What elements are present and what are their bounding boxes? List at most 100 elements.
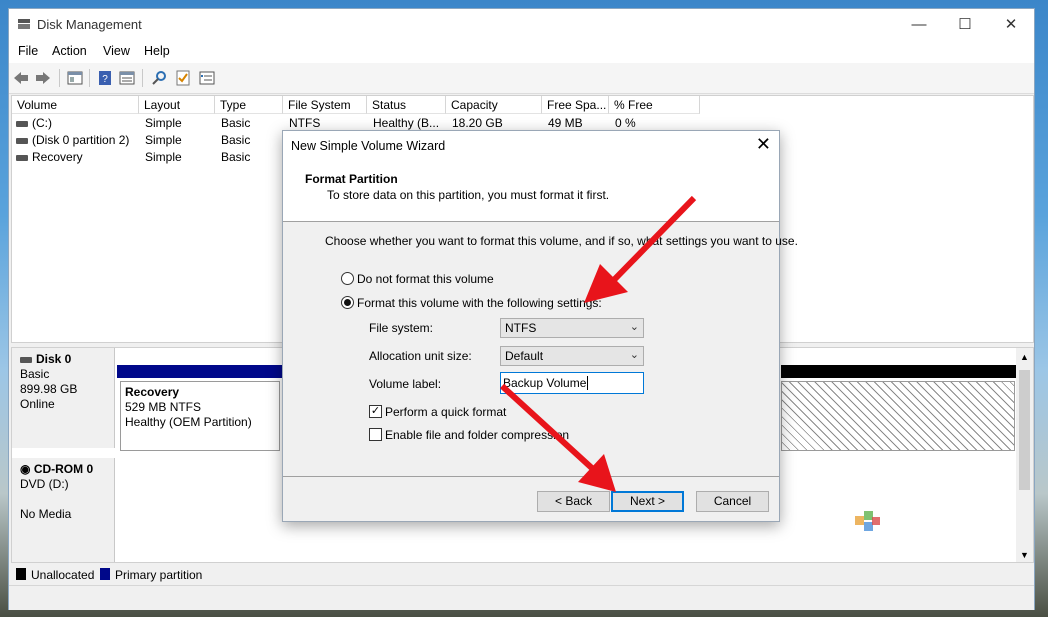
dialog-subheading: To store data on this partition, you mus… bbox=[327, 188, 610, 202]
forward-icon[interactable] bbox=[35, 70, 51, 86]
connect-icon[interactable] bbox=[151, 70, 167, 86]
cell-volume: (Disk 0 partition 2) bbox=[32, 133, 130, 147]
scroll-up-icon[interactable]: ▲ bbox=[1016, 352, 1033, 362]
cell-volume: Recovery bbox=[32, 150, 83, 164]
settings-icon[interactable] bbox=[199, 70, 215, 86]
recovery-partition[interactable]: Recovery 529 MB NTFS Healthy (OEM Partit… bbox=[120, 381, 280, 451]
disk-status: Online bbox=[20, 397, 55, 411]
file-system-label: File system: bbox=[369, 321, 434, 335]
status-bar bbox=[9, 585, 1034, 610]
radio-format-label[interactable]: Format this volume with the following se… bbox=[357, 296, 602, 310]
menu-view[interactable]: View bbox=[103, 44, 130, 58]
cd-icon: ◉ bbox=[20, 462, 34, 476]
column-percent-free[interactable]: % Free bbox=[609, 96, 700, 114]
svg-text:?: ? bbox=[102, 74, 108, 85]
menu-bar: File Action View Help bbox=[9, 41, 1034, 63]
dialog-close-button[interactable]: ✕ bbox=[756, 134, 771, 155]
file-system-value: NTFS bbox=[505, 321, 537, 335]
dialog-title: New Simple Volume Wizard bbox=[291, 139, 446, 153]
table-row[interactable]: Recovery bbox=[16, 150, 83, 164]
allocation-unit-select[interactable]: Default ⌄ bbox=[500, 346, 644, 366]
help-icon[interactable]: ? bbox=[97, 70, 113, 86]
disk-management-app-icon bbox=[18, 19, 30, 29]
dialog-separator bbox=[283, 476, 779, 477]
console-tree-icon[interactable] bbox=[67, 70, 83, 86]
cell-status: Healthy (B... bbox=[373, 116, 440, 130]
disk-0-header[interactable]: Disk 0 Basic 899.98 GB Online bbox=[12, 348, 115, 448]
back-icon[interactable] bbox=[13, 70, 29, 86]
close-button[interactable]: ✕ bbox=[988, 9, 1034, 41]
column-volume[interactable]: Volume bbox=[12, 96, 139, 114]
cell-file-system: NTFS bbox=[289, 116, 321, 130]
maximize-button[interactable]: ☐ bbox=[942, 9, 988, 41]
unallocated-bar bbox=[781, 365, 1017, 378]
compression-checkbox[interactable] bbox=[369, 428, 382, 441]
legend-unallocated: Unallocated bbox=[31, 568, 95, 582]
allocation-unit-value: Default bbox=[505, 349, 544, 363]
drive-icon bbox=[16, 137, 28, 144]
menu-file[interactable]: File bbox=[18, 44, 38, 58]
radio-no-format[interactable] bbox=[341, 272, 354, 285]
table-row[interactable]: (C:) bbox=[16, 116, 52, 130]
volume-label-value: Backup Volume bbox=[503, 376, 587, 390]
drive-icon bbox=[16, 120, 28, 127]
primary-swatch bbox=[100, 568, 110, 580]
vertical-scrollbar[interactable]: ▲ ▼ bbox=[1016, 348, 1033, 562]
radio-format[interactable] bbox=[341, 296, 354, 309]
column-type[interactable]: Type bbox=[215, 96, 283, 114]
chevron-down-icon: ⌄ bbox=[629, 349, 639, 361]
back-button[interactable]: < Back bbox=[537, 491, 610, 512]
legend-primary: Primary partition bbox=[115, 568, 203, 582]
quick-format-label[interactable]: Perform a quick format bbox=[385, 405, 506, 419]
unallocated-swatch bbox=[16, 568, 26, 580]
drive-icon bbox=[16, 154, 28, 161]
dialog-heading: Format Partition bbox=[305, 172, 398, 186]
compression-label[interactable]: Enable file and folder compression bbox=[385, 428, 569, 442]
cdrom-0-header[interactable]: ◉ CD-ROM 0 DVD (D:) No Media bbox=[12, 458, 115, 562]
recovery-partition-bar bbox=[117, 365, 283, 378]
disk-name: CD-ROM 0 bbox=[33, 462, 94, 476]
new-simple-volume-wizard: New Simple Volume Wizard ✕ Format Partit… bbox=[282, 130, 798, 522]
title-bar: Disk Management — ☐ ✕ bbox=[9, 9, 1034, 41]
disk-size bbox=[20, 492, 114, 507]
cell-percent-free: 0 % bbox=[615, 116, 636, 130]
cell-layout: Simple bbox=[145, 116, 182, 130]
volume-label-input[interactable]: Backup Volume bbox=[500, 372, 644, 394]
cancel-button[interactable]: Cancel bbox=[696, 491, 769, 512]
radio-no-format-label[interactable]: Do not format this volume bbox=[357, 272, 494, 286]
file-system-select[interactable]: NTFS ⌄ bbox=[500, 318, 644, 338]
scrollbar-thumb[interactable] bbox=[1019, 370, 1030, 490]
minimize-button[interactable]: — bbox=[896, 9, 942, 41]
disk-size: 899.98 GB bbox=[20, 382, 78, 396]
toolbar-separator bbox=[89, 69, 90, 87]
chevron-down-icon: ⌄ bbox=[629, 321, 639, 333]
menu-help[interactable]: Help bbox=[144, 44, 170, 58]
disk-icon bbox=[20, 356, 32, 363]
column-file-system[interactable]: File System bbox=[283, 96, 367, 114]
column-status[interactable]: Status bbox=[367, 96, 446, 114]
allocation-unit-label: Allocation unit size: bbox=[369, 349, 472, 363]
unallocated-space[interactable] bbox=[781, 381, 1015, 451]
partition-size: 529 MB NTFS bbox=[125, 400, 202, 414]
toolbar-separator bbox=[59, 69, 60, 87]
table-row[interactable]: (Disk 0 partition 2) bbox=[16, 133, 129, 147]
column-layout[interactable]: Layout bbox=[139, 96, 215, 114]
next-button[interactable]: Next > bbox=[611, 491, 684, 512]
checklist-icon[interactable] bbox=[175, 70, 191, 86]
partition-status: Healthy (OEM Partition) bbox=[125, 415, 252, 429]
cell-capacity: 18.20 GB bbox=[452, 116, 503, 130]
watermark-text: WinBuzzer bbox=[888, 508, 1016, 536]
dialog-header: Format Partition To store data on this p… bbox=[283, 161, 779, 222]
toolbar-separator bbox=[142, 69, 143, 87]
column-capacity[interactable]: Capacity bbox=[446, 96, 542, 114]
volume-label-label: Volume label: bbox=[369, 377, 442, 391]
cell-type: Basic bbox=[221, 133, 251, 147]
menu-action[interactable]: Action bbox=[52, 44, 87, 58]
column-free-space[interactable]: Free Spa... bbox=[542, 96, 609, 114]
quick-format-checkbox[interactable]: ✓ bbox=[369, 405, 382, 418]
cell-type: Basic bbox=[221, 150, 251, 164]
properties-icon[interactable] bbox=[119, 70, 135, 86]
scroll-down-icon[interactable]: ▼ bbox=[1016, 550, 1033, 560]
cell-free-space: 49 MB bbox=[548, 116, 583, 130]
text-cursor bbox=[587, 376, 589, 390]
